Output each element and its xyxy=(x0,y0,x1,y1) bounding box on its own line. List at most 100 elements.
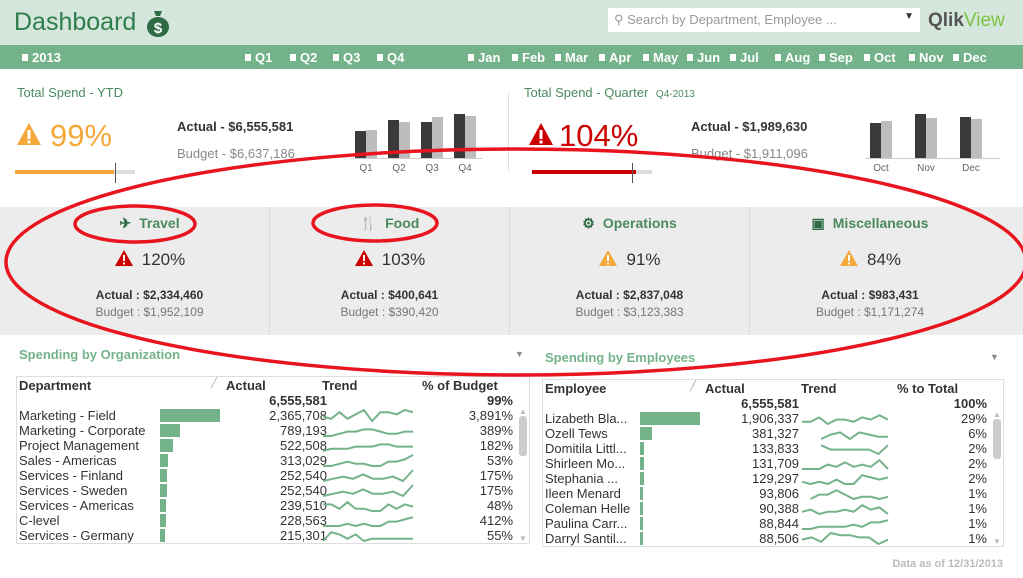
trend-sparkline xyxy=(322,531,413,543)
row-name: Services - Americas xyxy=(19,498,134,513)
category-travel[interactable]: ✈ Travel 120% Actual : $2,334,460 Budget … xyxy=(30,207,270,335)
category-name: Miscellaneous xyxy=(832,215,929,231)
col-header-actual[interactable]: Actual xyxy=(705,381,745,396)
trend-sparkline xyxy=(801,474,889,486)
filter-apr[interactable]: Apr xyxy=(599,50,631,65)
qlikview-logo: QlikView xyxy=(928,10,1005,31)
actual-bar xyxy=(160,514,166,527)
filter-jul[interactable]: Jul xyxy=(730,50,759,65)
row-name: Coleman Helle xyxy=(545,501,631,516)
filter-mar[interactable]: Mar xyxy=(555,50,588,65)
col-header-name[interactable]: Department xyxy=(19,378,91,393)
table-row[interactable]: C-level 228,563 412% xyxy=(17,513,529,528)
row-pct: 6% xyxy=(968,426,987,441)
row-pct: 1% xyxy=(968,501,987,516)
sort-icon[interactable]: ╱ xyxy=(690,381,696,392)
filter-may[interactable]: May xyxy=(643,50,678,65)
col-header-trend[interactable]: Trend xyxy=(322,378,357,393)
warning-icon xyxy=(354,250,373,266)
row-name: Paulina Carr... xyxy=(545,516,628,531)
org-menu-icon[interactable]: ▼ xyxy=(515,349,524,359)
filter-feb[interactable]: Feb xyxy=(512,50,545,65)
filter-sep[interactable]: Sep xyxy=(819,50,853,65)
row-actual: 90,388 xyxy=(759,501,799,516)
table-row[interactable]: Services - Finland 252,540 175% xyxy=(17,468,529,483)
budget-bar xyxy=(399,122,410,158)
table-row[interactable]: Shirleen Mo... 131,709 2% xyxy=(543,456,1003,471)
table-row[interactable]: Services - Germany 215,301 55% xyxy=(17,528,529,543)
category-food[interactable]: 🍴 Food 103% Actual : $400,641 Budget : $3… xyxy=(270,207,510,335)
emp-section-title: Spending by Employees xyxy=(545,350,696,365)
table-row[interactable]: Ileen Menard 93,806 1% xyxy=(543,486,1003,501)
col-header-pct[interactable]: % of Budget xyxy=(422,378,498,393)
table-row[interactable]: Project Management 522,508 182% xyxy=(17,438,529,453)
table-row[interactable]: Sales - Americas 313,029 53% xyxy=(17,453,529,468)
actual-bar xyxy=(915,114,926,158)
trend-sparkline xyxy=(801,531,889,546)
scrollbar[interactable]: ▲ ▼ xyxy=(991,410,1003,546)
filter-jun[interactable]: Jun xyxy=(687,50,720,65)
search-icon: ⚲ xyxy=(614,12,628,27)
row-actual: 313,029 xyxy=(280,453,327,468)
table-row[interactable]: Darryl Santil... 88,506 1% xyxy=(543,531,1003,546)
scroll-thumb[interactable] xyxy=(519,416,527,456)
actual-bar xyxy=(160,424,180,437)
filter-q1[interactable]: Q1 xyxy=(245,50,272,65)
row-pct: 2% xyxy=(968,456,987,471)
filter-oct[interactable]: Oct xyxy=(864,50,896,65)
col-header-trend[interactable]: Trend xyxy=(801,381,836,396)
scroll-down-icon[interactable]: ▼ xyxy=(517,534,529,543)
table-row[interactable]: Services - Sweden 252,540 175% xyxy=(17,483,529,498)
category-name: Food xyxy=(385,215,420,231)
table-row[interactable]: Marketing - Corporate 789,193 389% xyxy=(17,423,529,438)
emp-menu-icon[interactable]: ▼ xyxy=(990,352,999,362)
filter-dec[interactable]: Dec xyxy=(953,50,987,65)
filter-year-2013[interactable]: 2013 xyxy=(22,50,61,65)
filter-q4[interactable]: Q4 xyxy=(377,50,404,65)
quarter-target-marker xyxy=(632,163,633,183)
row-pct: 412% xyxy=(479,513,513,528)
category-percent: 91% xyxy=(626,250,661,269)
filter-nov[interactable]: Nov xyxy=(909,50,944,65)
row-name: C-level xyxy=(19,513,60,528)
scroll-thumb[interactable] xyxy=(993,419,1001,459)
row-name: Ileen Menard xyxy=(545,486,621,501)
row-pct: 389% xyxy=(479,423,513,438)
table-row[interactable]: Domitila Littl... 133,833 2% xyxy=(543,441,1003,456)
actual-bar xyxy=(640,457,645,470)
table-row[interactable]: Lizabeth Bla... 1,906,337 29% xyxy=(543,411,1003,426)
col-header-pct[interactable]: % to Total xyxy=(897,381,958,396)
filter-q3[interactable]: Q3 xyxy=(333,50,360,65)
dropdown-arrow-icon[interactable]: ▼ xyxy=(904,11,914,22)
col-header-name[interactable]: Employee xyxy=(545,381,606,396)
table-row[interactable]: Ozell Tews 381,327 6% xyxy=(543,426,1003,441)
col-header-actual[interactable]: Actual xyxy=(226,378,266,393)
table-row[interactable]: Stephania ... 129,297 2% xyxy=(543,471,1003,486)
row-pct: 1% xyxy=(968,531,987,546)
table-row[interactable]: Coleman Helle 90,388 1% xyxy=(543,501,1003,516)
row-actual: 252,540 xyxy=(280,483,327,498)
warning-icon xyxy=(839,250,858,266)
row-pct: 29% xyxy=(960,411,987,426)
scroll-up-icon[interactable]: ▲ xyxy=(517,407,529,416)
category-operations[interactable]: ⚙ Operations 91% Actual : $2,837,048 Budg… xyxy=(510,207,750,335)
scroll-down-icon[interactable]: ▼ xyxy=(991,537,1003,546)
sort-icon[interactable]: ╱ xyxy=(211,378,217,389)
table-row[interactable]: Paulina Carr... 88,844 1% xyxy=(543,516,1003,531)
row-pct: 53% xyxy=(486,453,513,468)
divider xyxy=(508,92,509,172)
table-row[interactable]: Services - Americas 239,510 48% xyxy=(17,498,529,513)
search-input[interactable]: ⚲ Search by Department, Employee ... ▼ xyxy=(608,8,920,32)
axis-label: Dec xyxy=(962,163,980,174)
filter-jan[interactable]: Jan xyxy=(468,50,500,65)
scrollbar[interactable]: ▲ ▼ xyxy=(517,407,529,543)
filter-q2[interactable]: Q2 xyxy=(290,50,317,65)
trend-sparkline xyxy=(322,469,414,483)
table-row[interactable]: Marketing - Field 2,365,708 3,891% xyxy=(17,408,529,423)
row-name: Domitila Littl... xyxy=(545,441,627,456)
row-pct: 175% xyxy=(479,483,513,498)
actual-bar xyxy=(160,439,174,452)
scroll-up-icon[interactable]: ▲ xyxy=(991,410,1003,419)
category-miscellaneous[interactable]: ▣ Miscellaneous 84% Actual : $983,431 Bud… xyxy=(750,207,990,335)
filter-aug[interactable]: Aug xyxy=(775,50,810,65)
